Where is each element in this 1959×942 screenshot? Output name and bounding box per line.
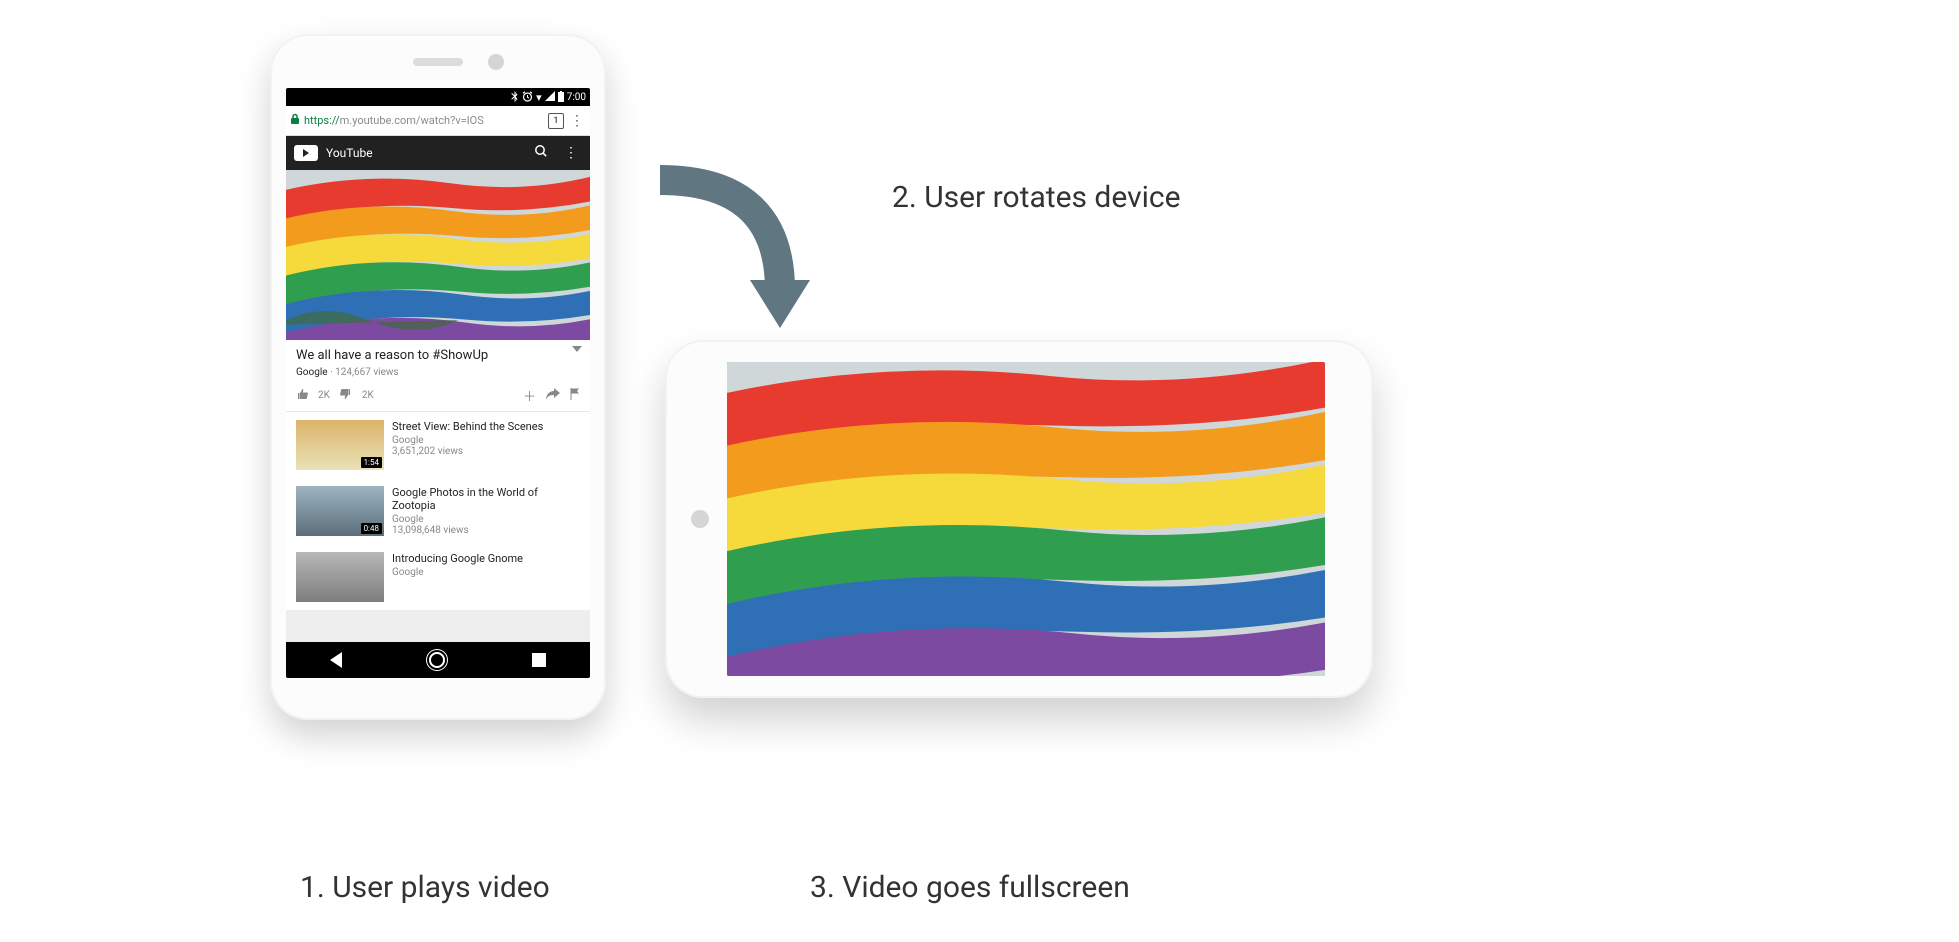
video-meta: We all have a reason to #ShowUp Google ·… <box>286 340 590 412</box>
rec-channel: Google <box>392 567 523 578</box>
url-rest: m.youtube.com/watch?v=IOS <box>340 114 484 127</box>
youtube-logo[interactable] <box>294 145 318 161</box>
android-nav-bar <box>286 642 590 678</box>
video-title: We all have a reason to #ShowUp <box>296 348 580 363</box>
recommendation-item[interactable]: 1:54 Street View: Behind the Scenes Goog… <box>286 412 590 478</box>
nav-back-icon[interactable] <box>330 652 342 668</box>
search-icon[interactable] <box>530 144 552 162</box>
thumbs-up-icon[interactable] <box>296 388 308 404</box>
rec-title: Introducing Google Gnome <box>392 552 523 565</box>
video-player[interactable] <box>286 170 590 340</box>
recommendations-list: 1:54 Street View: Behind the Scenes Goog… <box>286 412 590 610</box>
browser-menu-icon[interactable]: ⋮ <box>568 113 586 129</box>
rec-channel: Google <box>392 435 543 446</box>
flag-icon[interactable] <box>570 388 580 404</box>
url-text: https://m.youtube.com/watch?v=IOS <box>304 114 544 127</box>
nav-recent-icon[interactable] <box>532 653 546 667</box>
alarm-icon <box>522 91 533 104</box>
thumbnail <box>296 552 384 602</box>
thumbnail: 0:48 <box>296 486 384 536</box>
phone-landscape <box>665 340 1373 698</box>
share-icon[interactable] <box>546 388 560 404</box>
dislike-count: 2K <box>362 390 374 401</box>
thumbs-down-icon[interactable] <box>340 388 352 404</box>
rec-views: 3,651,202 views <box>392 446 543 457</box>
bluetooth-icon <box>511 91 519 104</box>
phone-screen: ▾ 7:00 https://m.youtube.com/watch?v=IOS… <box>286 88 590 678</box>
duration-badge: 1:54 <box>361 457 382 468</box>
wifi-icon: ▾ <box>536 92 542 103</box>
youtube-brand-text: YouTube <box>326 146 522 160</box>
caption-step-2: 2. User rotates device <box>892 180 1181 215</box>
rec-title: Google Photos in the World of Zootopia <box>392 486 580 512</box>
phone-portrait: ▾ 7:00 https://m.youtube.com/watch?v=IOS… <box>270 34 606 720</box>
phone-camera <box>488 54 504 70</box>
fullscreen-video[interactable] <box>727 362 1325 676</box>
signal-icon <box>545 91 555 103</box>
recommendation-item[interactable]: 0:48 Google Photos in the World of Zooto… <box>286 478 590 544</box>
nav-home-icon[interactable] <box>429 652 445 668</box>
like-count: 2K <box>318 390 330 401</box>
recommendation-item[interactable]: Introducing Google Gnome Google <box>286 544 590 610</box>
url-scheme: https:// <box>304 114 340 127</box>
arrow-rotate <box>640 150 840 350</box>
phone-camera <box>691 510 709 528</box>
status-time: 7:00 <box>567 92 586 103</box>
video-views: 124,667 views <box>335 367 398 378</box>
youtube-menu-icon[interactable]: ⋮ <box>560 145 582 161</box>
rec-channel: Google <box>392 514 580 525</box>
rec-title: Street View: Behind the Scenes <box>392 420 543 433</box>
phone-speaker <box>413 58 463 66</box>
tab-switcher[interactable]: 1 <box>548 113 564 129</box>
battery-icon <box>558 91 564 104</box>
caption-step-1: 1. User plays video <box>300 870 550 905</box>
add-icon[interactable]: ＋ <box>523 386 536 405</box>
duration-badge: 0:48 <box>361 523 382 534</box>
youtube-header: YouTube ⋮ <box>286 136 590 170</box>
browser-omnibox[interactable]: https://m.youtube.com/watch?v=IOS 1 ⋮ <box>286 106 590 136</box>
status-bar: ▾ 7:00 <box>286 88 590 106</box>
caption-step-3: 3. Video goes fullscreen <box>810 870 1130 905</box>
expand-icon[interactable] <box>572 346 582 352</box>
video-still <box>286 170 590 340</box>
rec-views: 13,098,648 views <box>392 525 580 536</box>
lock-icon <box>290 113 300 128</box>
video-channel[interactable]: Google <box>296 367 328 378</box>
thumbnail: 1:54 <box>296 420 384 470</box>
